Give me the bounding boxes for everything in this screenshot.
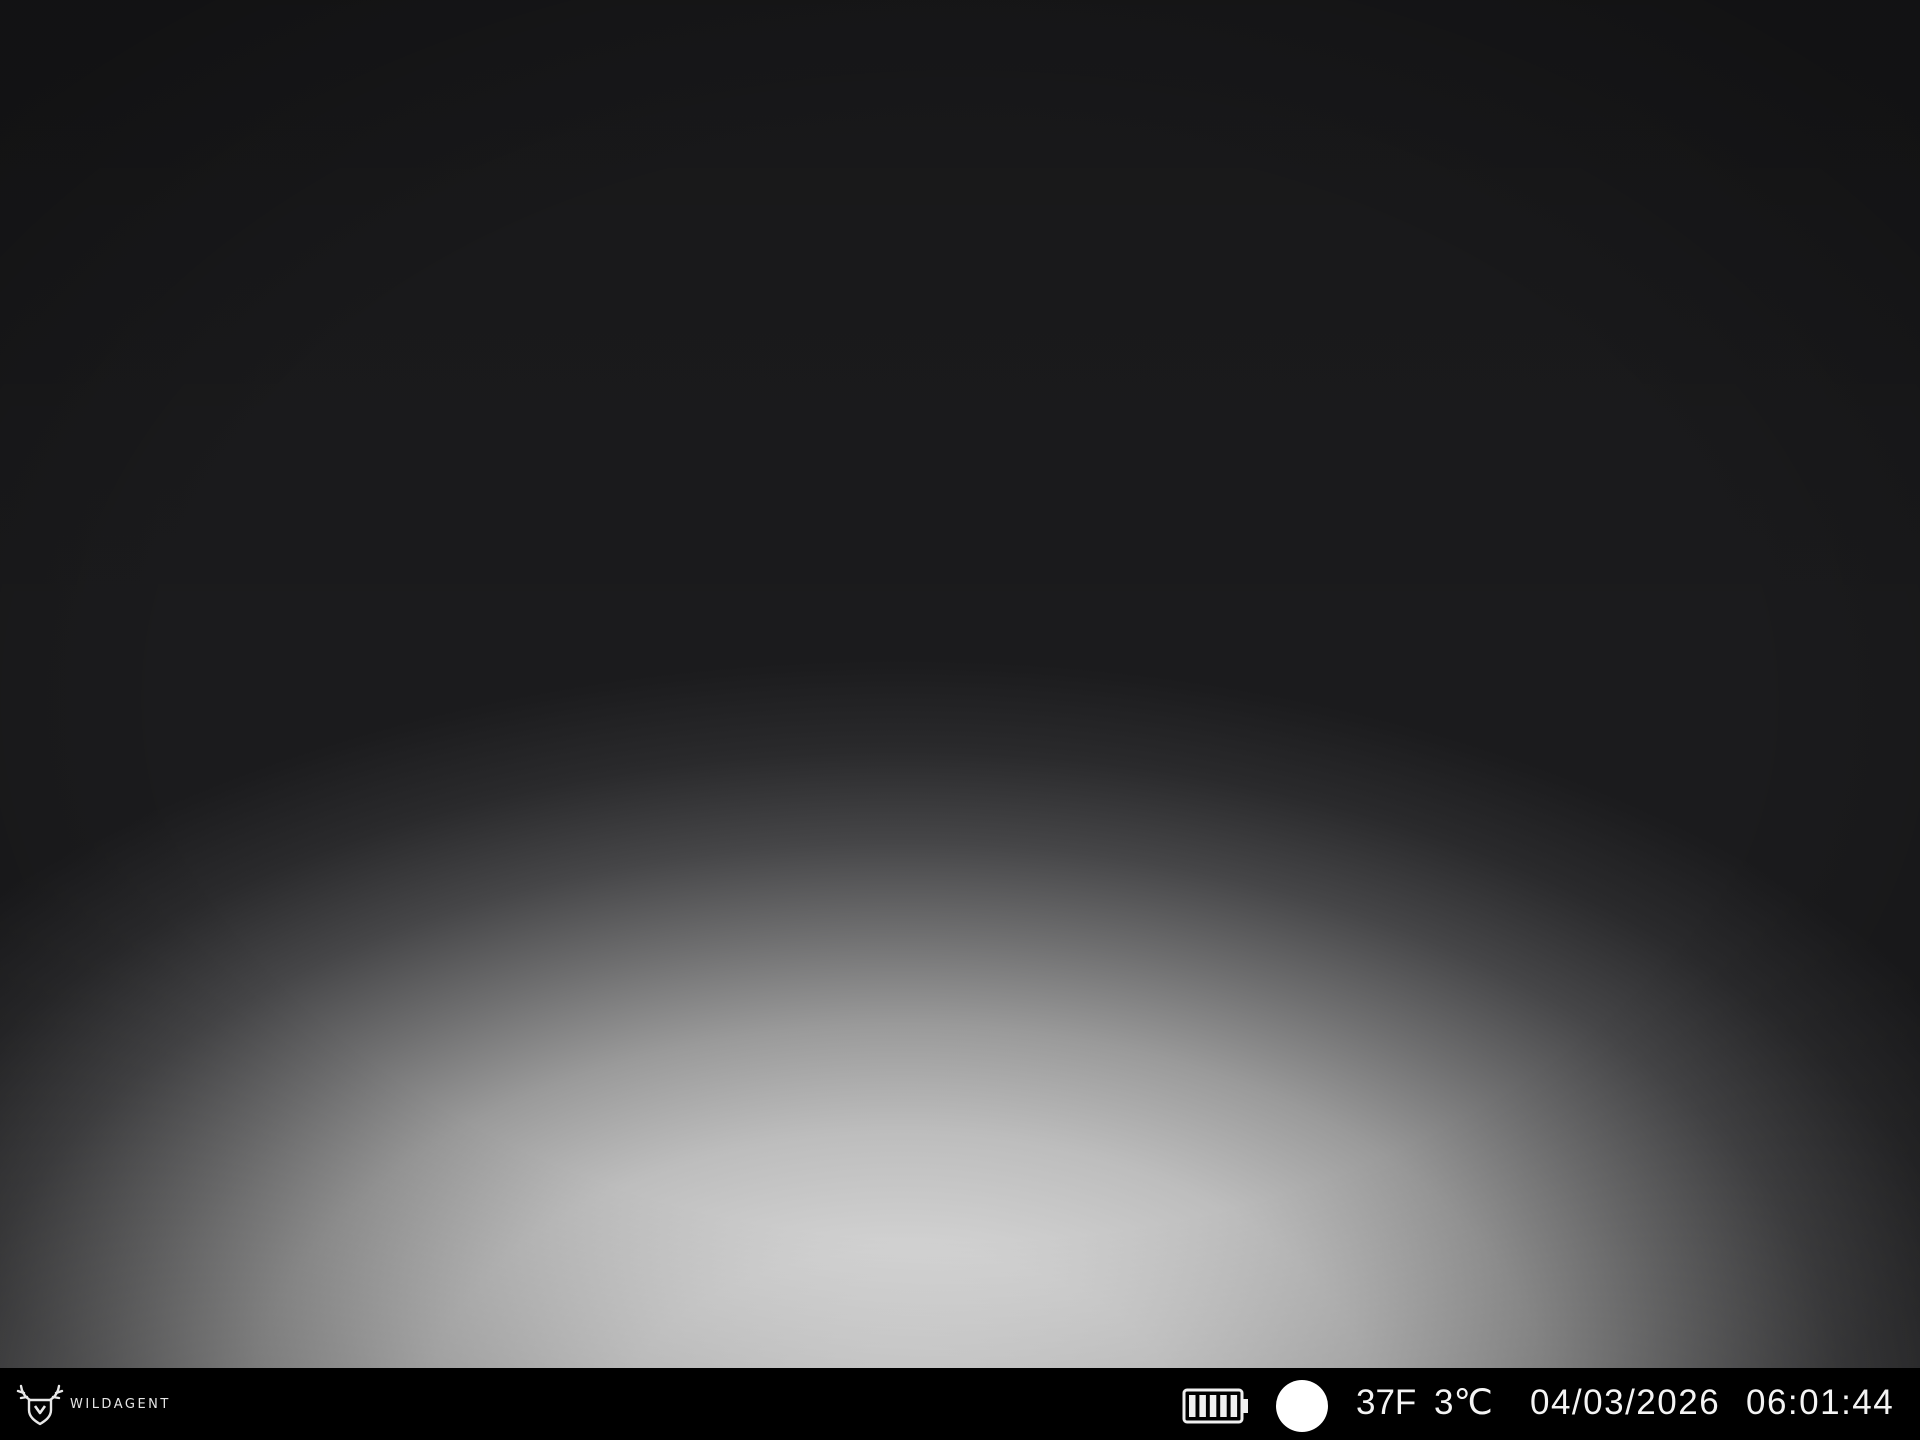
brand-name: WILDAGENT (70, 1396, 171, 1412)
battery-cell (1199, 1395, 1206, 1417)
info-bar: WILDAGENT 37F 3℃ 04/03/2026 06:01:44 (0, 1368, 1920, 1440)
battery-cell (1209, 1395, 1217, 1417)
night-infrared-scene (0, 0, 1920, 1368)
capture-date: 04/03/2026 (1530, 1383, 1721, 1422)
battery-cell (1220, 1395, 1227, 1417)
trail-camera-frame: WILDAGENT 37F 3℃ 04/03/2026 06:01:44 (0, 0, 1920, 1440)
battery-cell (1230, 1395, 1238, 1417)
temperature-fahrenheit: 37F (1356, 1383, 1417, 1422)
battery-indicator (1182, 1388, 1250, 1428)
temperature-celsius: 3℃ (1434, 1383, 1493, 1422)
deer-head-shield-icon (16, 1384, 64, 1426)
battery-full-icon (1182, 1388, 1248, 1424)
capture-time: 06:01:44 (1746, 1383, 1895, 1422)
battery-cell (1189, 1395, 1196, 1417)
full-moon-icon (1276, 1380, 1328, 1432)
brand-logo: WILDAGENT (16, 1382, 171, 1426)
